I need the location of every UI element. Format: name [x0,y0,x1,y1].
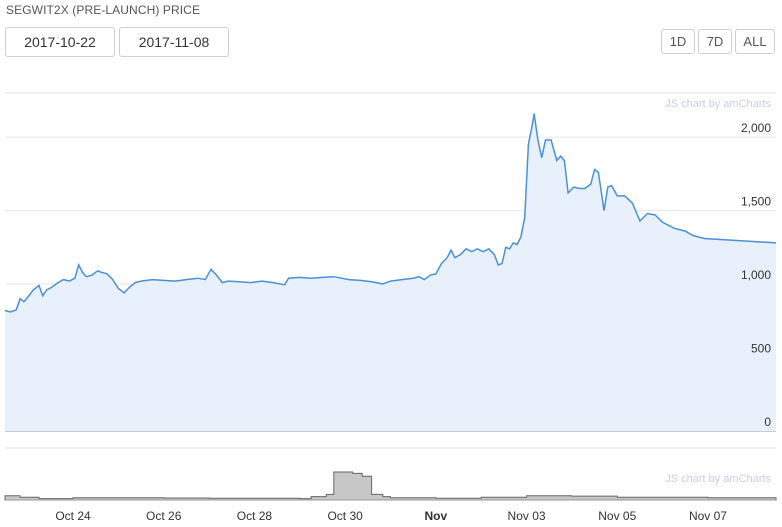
x-tick-label: Nov 07 [689,509,727,523]
price-area-fill [5,113,776,431]
y-tick-label: 2,000 [741,121,771,135]
x-axis: Oct 24 Oct 26 Oct 28 Oct 30 Nov Nov 03 Nov 05 N… [55,509,727,523]
y-tick-label: 500 [751,342,771,356]
price-chart[interactable]: JS chart by amCharts 0 500 1,000 1,500 2,000… [0,0,782,527]
scrollbar-credit: JS chart by amCharts [665,473,771,485]
x-tick-label: Oct 24 [55,509,91,523]
x-tick-label: Oct 30 [327,509,363,523]
y-tick-label: 1,500 [741,195,771,209]
chart-credit: JS chart by amCharts [665,98,771,110]
volume-scrollbar-area[interactable] [4,471,777,501]
x-tick-label: Oct 26 [146,509,182,523]
x-tick-label: Oct 28 [237,509,273,523]
y-tick-label: 0 [764,415,771,429]
y-tick-label: 1,000 [741,268,771,282]
x-tick-label: Nov 05 [598,509,636,523]
x-tick-label: Nov 03 [508,509,546,523]
x-tick-label: Nov [425,509,448,523]
